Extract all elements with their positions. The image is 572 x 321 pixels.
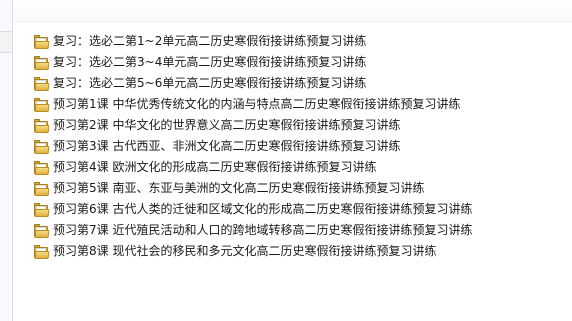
folder-name: 预习第4课 欧洲文化的形成高二历史寒假衔接讲练预复习讲练	[53, 160, 377, 174]
folder-name: 复习：选必二第5~6单元高二历史寒假衔接讲练预复习讲练	[53, 76, 367, 90]
folder-item[interactable]: 预习第5课 南亚、东亚与美洲的文化高二历史寒假衔接讲练预复习讲练	[30, 178, 570, 199]
folder-name: 预习第7课 近代殖民活动和人口的跨地域转移高二历史寒假衔接讲练预复习讲练	[53, 223, 473, 237]
folder-name: 预习第1课 中华优秀传统文化的内涵与特点高二历史寒假衔接讲练预复习讲练	[53, 97, 461, 111]
folder-item[interactable]: 预习第6课 古代人类的迁徙和区域文化的形成高二历史寒假衔接讲练预复习讲练	[30, 199, 570, 220]
navigation-pane-selected-row[interactable]	[0, 31, 12, 53]
folder-name: 复习：选必二第1~2单元高二历史寒假衔接讲练预复习讲练	[53, 34, 367, 48]
folder-name: 预习第3课 古代西亚、非洲文化高二历史寒假衔接讲练预复习讲练	[53, 139, 401, 153]
folder-item[interactable]: 预习第8课 现代社会的移民和多元文化高二历史寒假衔接讲练预复习讲练	[30, 241, 570, 262]
folder-name: 预习第8课 现代社会的移民和多元文化高二历史寒假衔接讲练预复习讲练	[53, 244, 437, 258]
folder-item[interactable]: 复习：选必二第5~6单元高二历史寒假衔接讲练预复习讲练	[30, 73, 570, 94]
folder-icon	[33, 160, 50, 175]
folder-icon	[33, 97, 50, 112]
folder-icon	[33, 244, 50, 259]
folder-name: 预习第6课 古代人类的迁徙和区域文化的形成高二历史寒假衔接讲练预复习讲练	[53, 202, 473, 216]
folder-icon	[33, 76, 50, 91]
folder-item[interactable]: 预习第2课 中华文化的世界意义高二历史寒假衔接讲练预复习讲练	[30, 115, 570, 136]
folder-name: 复习：选必二第3~4单元高二历史寒假衔接讲练预复习讲练	[53, 55, 367, 69]
folder-icon	[33, 181, 50, 196]
folder-item[interactable]: 复习：选必二第3~4单元高二历史寒假衔接讲练预复习讲练	[30, 52, 570, 73]
top-strip	[13, 0, 572, 22]
navigation-pane[interactable]	[0, 0, 13, 321]
folder-icon	[33, 34, 50, 49]
file-list: 复习：选必二第1~2单元高二历史寒假衔接讲练预复习讲练 复习：选必二第3~4单元…	[30, 31, 570, 262]
folder-icon	[33, 55, 50, 70]
folder-item[interactable]: 预习第4课 欧洲文化的形成高二历史寒假衔接讲练预复习讲练	[30, 157, 570, 178]
folder-icon	[33, 118, 50, 133]
folder-item[interactable]: 预习第1课 中华优秀传统文化的内涵与特点高二历史寒假衔接讲练预复习讲练	[30, 94, 570, 115]
folder-item[interactable]: 预习第3课 古代西亚、非洲文化高二历史寒假衔接讲练预复习讲练	[30, 136, 570, 157]
folder-icon	[33, 139, 50, 154]
folder-name: 预习第5课 南亚、东亚与美洲的文化高二历史寒假衔接讲练预复习讲练	[53, 181, 425, 195]
folder-item[interactable]: 复习：选必二第1~2单元高二历史寒假衔接讲练预复习讲练	[30, 31, 570, 52]
folder-icon	[33, 202, 50, 217]
folder-item[interactable]: 预习第7课 近代殖民活动和人口的跨地域转移高二历史寒假衔接讲练预复习讲练	[30, 220, 570, 241]
folder-name: 预习第2课 中华文化的世界意义高二历史寒假衔接讲练预复习讲练	[53, 118, 401, 132]
folder-icon	[33, 223, 50, 238]
